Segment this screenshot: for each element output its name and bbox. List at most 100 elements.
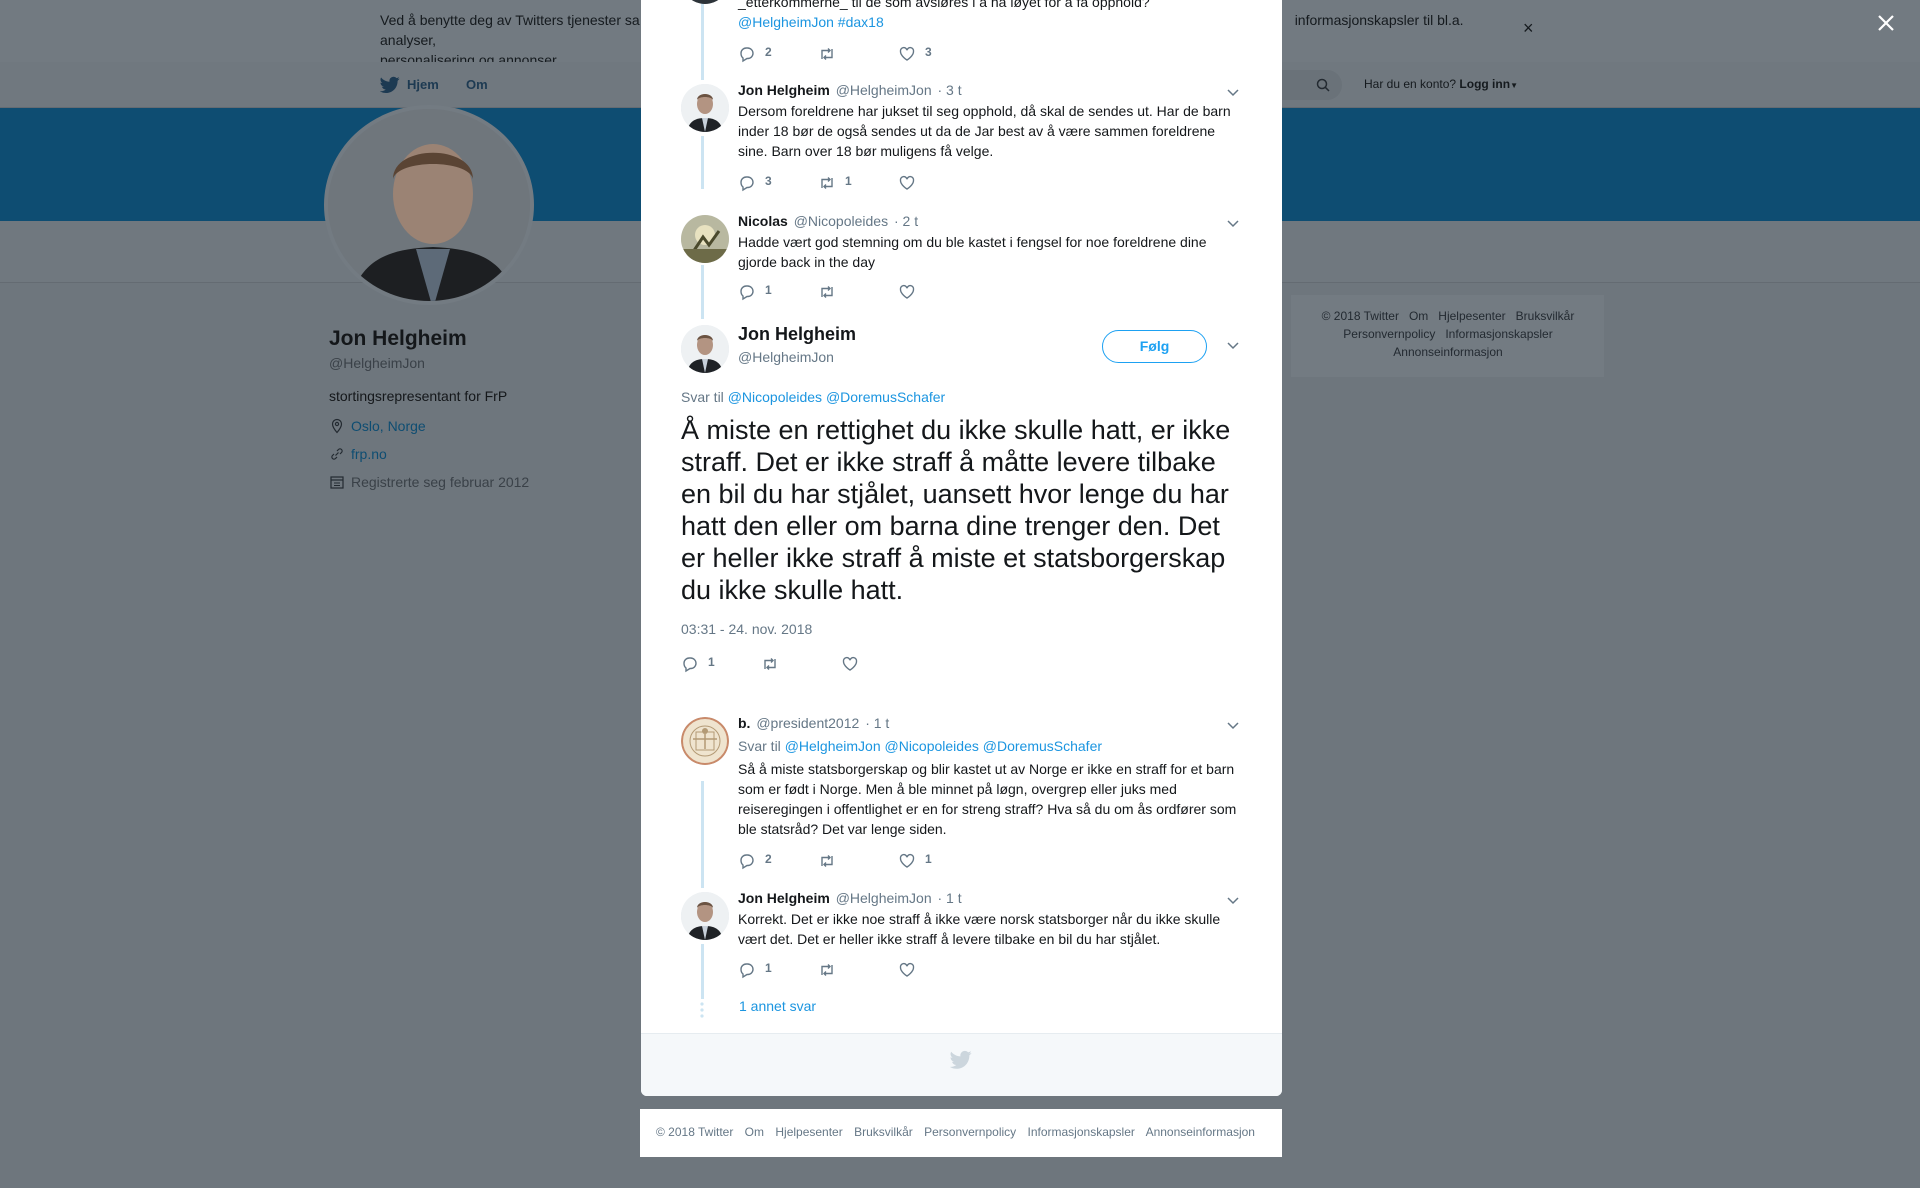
- profile-name: Jon Helgheim: [329, 327, 467, 350]
- footer-link-help[interactable]: Hjelpesenter: [1438, 309, 1505, 323]
- chevron-down-icon[interactable]: [1226, 88, 1240, 98]
- footer-link-terms[interactable]: Bruksvilkår: [854, 1125, 913, 1139]
- chevron-down-icon[interactable]: [1226, 896, 1240, 906]
- avatar[interactable]: [681, 325, 729, 373]
- chevron-down-icon[interactable]: [1226, 721, 1240, 731]
- login-link[interactable]: Logg inn: [1459, 77, 1510, 91]
- footer-link-terms[interactable]: Bruksvilkår: [1516, 309, 1575, 323]
- main-tweet-author-name[interactable]: Jon Helgheim: [738, 324, 856, 345]
- retweet-button[interactable]: [818, 961, 845, 981]
- twitter-bird-icon[interactable]: [380, 76, 400, 94]
- retweet-button[interactable]: [818, 283, 845, 303]
- reply-to-handles[interactable]: @HelgheimJon @Nicopoleides @DoremusSchaf…: [785, 738, 1102, 754]
- reply-button[interactable]: 1: [681, 655, 715, 675]
- main-tweet-author-handle[interactable]: @HelgheimJon: [738, 349, 834, 365]
- like-button[interactable]: [898, 961, 925, 981]
- reply-button[interactable]: 1: [738, 283, 772, 303]
- retweet-button[interactable]: 1: [818, 174, 852, 194]
- tweet-text: Dersom foreldrene har jukset til seg opp…: [738, 103, 1231, 159]
- reply-to-line: Svar til @Nicopoleides @DoremusSchafer: [681, 389, 946, 405]
- tweet-author-name[interactable]: Nicolas: [738, 213, 788, 229]
- reply-to-line: Svar til @HelgheimJon @Nicopoleides @Dor…: [738, 738, 1103, 754]
- follow-button[interactable]: Følg: [1102, 330, 1207, 363]
- tweet-author-name[interactable]: b.: [738, 715, 750, 731]
- heart-icon: [899, 46, 915, 61]
- bottom-footer: © 2018 Twitter Om Hjelpesenter Bruksvilk…: [640, 1109, 1282, 1157]
- retweet-button[interactable]: [818, 852, 845, 872]
- footer-link-ads[interactable]: Annonseinformasjon: [1146, 1125, 1255, 1139]
- chevron-down-icon[interactable]: [1226, 341, 1240, 351]
- thread-line: [701, 781, 704, 888]
- footer-copyright: © 2018 Twitter: [1321, 309, 1399, 323]
- cookie-close-button[interactable]: ×: [1523, 18, 1534, 39]
- reply-button[interactable]: 2: [738, 45, 772, 65]
- more-replies-link[interactable]: 1 annet svar: [739, 998, 816, 1014]
- reply-icon: [683, 657, 697, 673]
- tweet-author-name[interactable]: Jon Helgheim: [738, 82, 830, 98]
- retweet-button[interactable]: [818, 45, 845, 65]
- like-button[interactable]: 1: [898, 852, 932, 872]
- footer-link-help[interactable]: Hjelpesenter: [775, 1125, 842, 1139]
- tweet-author-handle[interactable]: @HelgheimJon: [836, 82, 932, 98]
- footer-link-privacy[interactable]: Personvernpolicy: [1343, 327, 1435, 341]
- tweet-timestamp[interactable]: · 3 t: [938, 82, 962, 98]
- profile-handle: @HelgheimJon: [329, 355, 425, 371]
- chevron-down-icon: ▼: [1510, 81, 1518, 90]
- nav-about-link[interactable]: Om: [466, 77, 488, 92]
- tweet-actions: 2 3: [738, 45, 1038, 65]
- tweet-timestamp[interactable]: · 1 t: [938, 890, 962, 906]
- search-icon[interactable]: [1316, 78, 1330, 92]
- tweet-timestamp[interactable]: · 1 t: [865, 715, 889, 731]
- like-button[interactable]: 3: [898, 45, 932, 65]
- footer-link-about[interactable]: Om: [745, 1125, 764, 1139]
- tweet-text: Korrekt. Det er ikke noe straff å ikke v…: [738, 911, 1221, 947]
- tweet-author-handle[interactable]: @president2012: [756, 715, 859, 731]
- footer-link-privacy[interactable]: Personvernpolicy: [924, 1125, 1016, 1139]
- chevron-down-icon[interactable]: [1226, 219, 1240, 229]
- tweet-actions: 1: [738, 961, 1038, 981]
- tweet-author-handle[interactable]: @HelgheimJon: [836, 890, 932, 906]
- avatar[interactable]: [681, 892, 729, 940]
- tweet-actions: 2 1: [738, 852, 1038, 872]
- tweet-header: b. @president2012 · 1 t: [738, 715, 889, 731]
- footer-link-about[interactable]: Om: [1409, 309, 1428, 323]
- tweet-author-handle[interactable]: @Nicopoleides: [794, 213, 888, 229]
- nav-home-link[interactable]: Hjem: [407, 77, 439, 92]
- avatar[interactable]: [681, 717, 729, 765]
- avatar[interactable]: [681, 215, 729, 263]
- footer-link-cookies[interactable]: Informasjonskapsler: [1445, 327, 1552, 341]
- heart-icon: [899, 284, 915, 299]
- avatar[interactable]: [681, 84, 729, 132]
- reply-button[interactable]: 3: [738, 174, 772, 194]
- reply-icon: [740, 963, 754, 979]
- tweet-header: Nicolas @Nicopoleides · 2 t: [738, 213, 918, 229]
- retweet-button[interactable]: [761, 655, 788, 675]
- main-tweet-date[interactable]: 03:31 - 24. nov. 2018: [681, 621, 812, 637]
- heart-icon: [899, 175, 915, 190]
- like-button[interactable]: [898, 174, 925, 194]
- retweet-icon: [821, 855, 833, 867]
- tweet-author-name[interactable]: Jon Helgheim: [738, 890, 830, 906]
- reply-button[interactable]: 2: [738, 852, 772, 872]
- main-tweet-text: Å miste en rettighet du ikke skulle hatt…: [681, 415, 1231, 605]
- profile-location: Oslo, Norge: [329, 418, 426, 434]
- footer-copyright: © 2018 Twitter: [656, 1125, 734, 1139]
- link-icon: [331, 448, 343, 460]
- tweet-actions: 3 1: [738, 174, 1038, 194]
- like-button[interactable]: [898, 283, 925, 303]
- retweet-icon: [821, 177, 833, 189]
- heart-icon: [899, 853, 915, 868]
- reply-to-handles[interactable]: @Nicopoleides @DoremusSchafer: [728, 389, 946, 405]
- sidebar-footer: © 2018 Twitter Om Hjelpesenter Bruksvilkår …: [1291, 295, 1604, 377]
- avatar[interactable]: [681, 0, 729, 4]
- reply-icon: [740, 285, 754, 301]
- footer-link-ads[interactable]: Annonseinformasjon: [1393, 345, 1502, 359]
- reply-button[interactable]: 1: [738, 961, 772, 981]
- tweet-timestamp[interactable]: · 2 t: [894, 213, 918, 229]
- avatar-photo: [681, 325, 729, 373]
- tweet-header: Jon Helgheim @HelgheimJon · 1 t: [738, 890, 962, 906]
- tweet-actions: 1: [738, 283, 1038, 303]
- footer-link-cookies[interactable]: Informasjonskapsler: [1028, 1125, 1135, 1139]
- like-button[interactable]: [841, 655, 868, 675]
- close-icon[interactable]: [1875, 12, 1897, 34]
